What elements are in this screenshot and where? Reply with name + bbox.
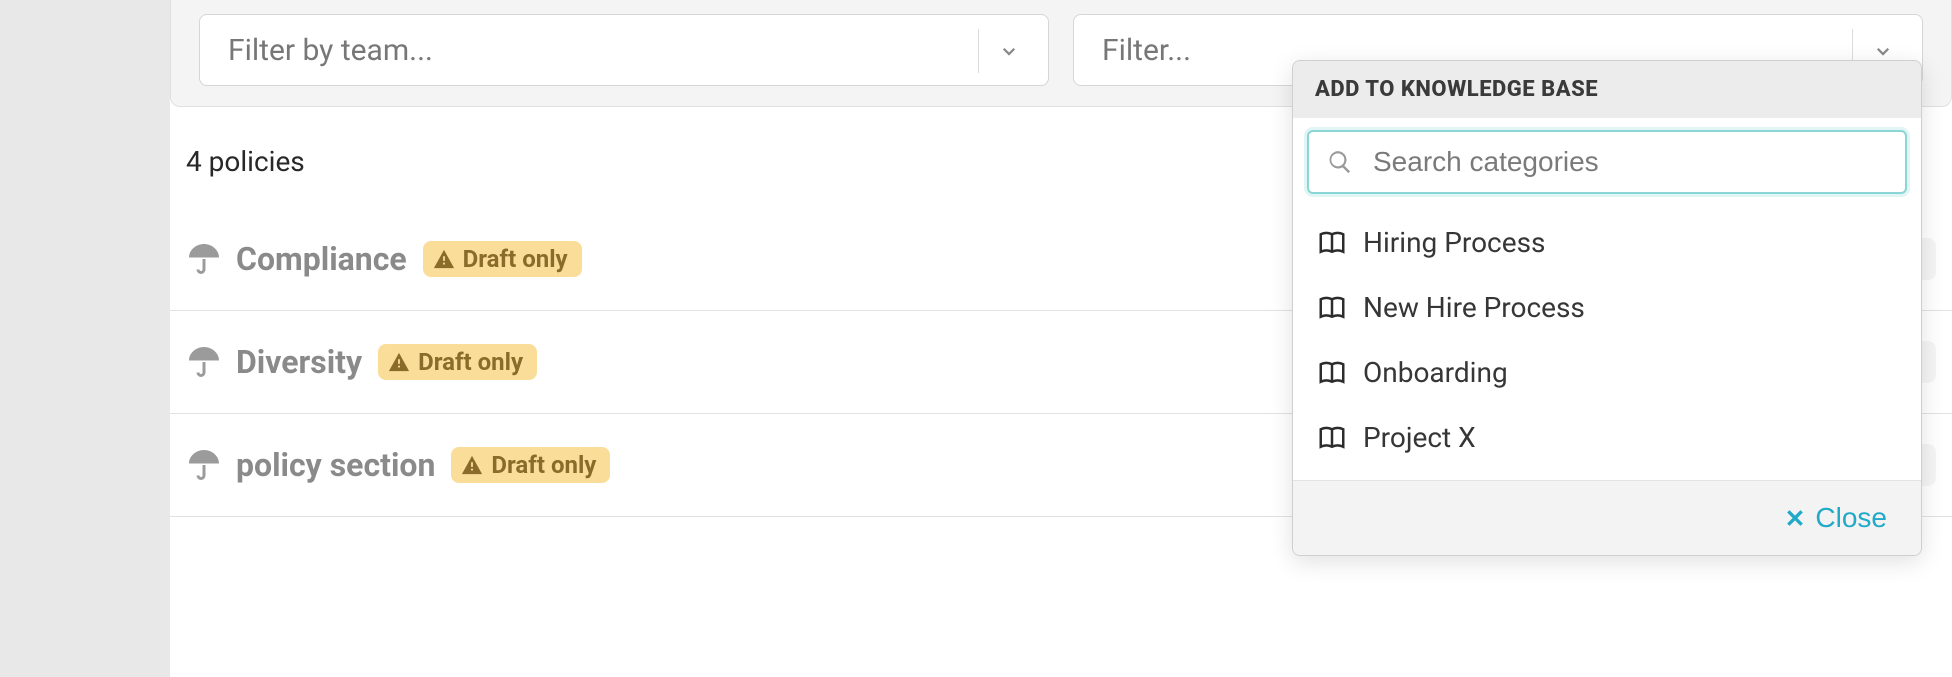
search-categories-input[interactable] — [1371, 145, 1887, 179]
book-icon — [1317, 228, 1347, 258]
policy-title: Diversity — [236, 343, 362, 381]
filter-team-chevron-zone[interactable] — [978, 29, 1038, 73]
popover-search-wrap — [1293, 118, 1921, 204]
warning-icon — [433, 248, 455, 270]
draft-only-badge: Draft only — [451, 447, 610, 483]
umbrella-icon — [186, 344, 222, 380]
category-item[interactable]: Onboarding — [1293, 340, 1921, 405]
search-categories-input-wrap[interactable] — [1307, 130, 1907, 194]
category-label: Project X — [1363, 421, 1476, 454]
category-label: New Hire Process — [1363, 291, 1585, 324]
add-to-kb-popover: ADD TO KNOWLEDGE BASE Hiring Process New … — [1292, 60, 1922, 556]
chevron-down-icon — [1874, 42, 1892, 60]
close-icon — [1785, 508, 1805, 528]
policy-title: Compliance — [236, 240, 407, 278]
book-icon — [1317, 423, 1347, 453]
book-icon — [1317, 358, 1347, 388]
main-content: Filter by team... Filter... 4 policies C… — [170, 0, 1952, 677]
warning-icon — [461, 454, 483, 476]
draft-badge-label: Draft only — [463, 245, 568, 273]
search-icon — [1327, 149, 1353, 175]
book-icon — [1317, 293, 1347, 323]
popover-footer: Close — [1293, 480, 1921, 555]
draft-badge-label: Draft only — [491, 451, 596, 479]
close-button[interactable]: Close — [1779, 501, 1893, 535]
category-label: Onboarding — [1363, 356, 1508, 389]
category-list: Hiring Process New Hire Process Onboarding… — [1293, 204, 1921, 480]
policy-title: policy section — [236, 446, 435, 484]
umbrella-icon — [186, 447, 222, 483]
page-root: Filter by team... Filter... 4 policies C… — [0, 0, 1952, 677]
category-label: Hiring Process — [1363, 226, 1545, 259]
popover-title: ADD TO KNOWLEDGE BASE — [1293, 61, 1921, 118]
category-item[interactable]: New Hire Process — [1293, 275, 1921, 340]
warning-icon — [388, 351, 410, 373]
category-item[interactable]: Project X — [1293, 405, 1921, 470]
close-button-label: Close — [1815, 502, 1887, 534]
draft-only-badge: Draft only — [378, 344, 537, 380]
category-item[interactable]: Hiring Process — [1293, 210, 1921, 275]
draft-only-badge: Draft only — [423, 241, 582, 277]
draft-badge-label: Draft only — [418, 348, 523, 376]
chevron-down-icon — [1000, 42, 1018, 60]
filter-team-placeholder: Filter by team... — [228, 33, 433, 68]
umbrella-icon — [186, 241, 222, 277]
filter-by-team-select[interactable]: Filter by team... — [199, 14, 1049, 86]
filter-generic-placeholder: Filter... — [1102, 33, 1191, 68]
